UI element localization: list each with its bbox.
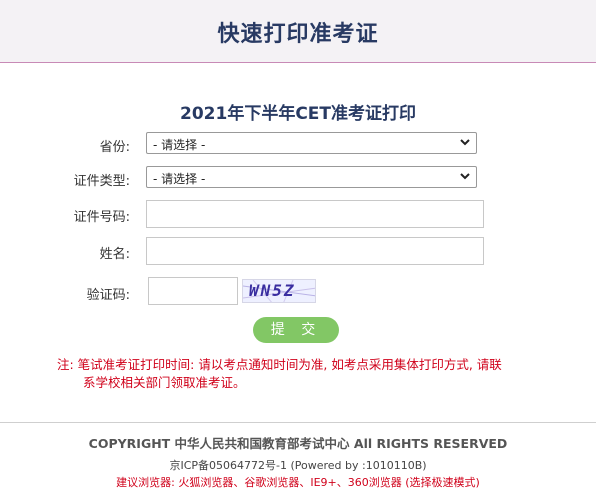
id-type-label: 证件类型: (73, 174, 130, 189)
chevron-down-icon (460, 139, 470, 146)
notice-text: 注: 笔试准考证打印时间: 请以考点通知时间为准, 如考点采用集体打印方式, 请… (57, 356, 577, 392)
id-number-input[interactable] (146, 200, 484, 228)
footer-icp: 京ICP备05064772号-1 (Powered by :1010110B) (169, 459, 427, 472)
page-title: 快速打印准考证 (217, 22, 379, 47)
notice-line-1: 注: 笔试准考证打印时间: 请以考点通知时间为准, 如考点采用集体打印方式, 请… (57, 357, 502, 372)
captcha-image[interactable]: WN5Z (242, 279, 316, 303)
id-type-select[interactable]: - 请选择 - (146, 166, 477, 188)
province-selected-value: - 请选择 - (153, 138, 206, 152)
footer-browser-hint: 建议浏览器: 火狐浏览器、谷歌浏览器、IE9+、360浏览器 (选择极速模式) (116, 476, 480, 489)
captcha-input[interactable] (148, 277, 238, 305)
captcha-code: WN5Z (249, 281, 296, 300)
footer-divider (0, 422, 596, 423)
footer-copyright: COPYRIGHT 中华人民共和国教育部考试中心 All RIGHTS RESE… (88, 436, 508, 451)
form-title: 2021年下半年CET准考证打印 (180, 104, 416, 124)
name-label: 姓名: (99, 247, 130, 262)
captcha-label: 验证码: (86, 288, 130, 303)
submit-button[interactable]: 提 交 (253, 317, 339, 343)
province-select[interactable]: - 请选择 - (146, 132, 477, 154)
id-number-label: 证件号码: (73, 210, 130, 225)
id-type-selected-value: - 请选择 - (153, 172, 206, 186)
name-input[interactable] (146, 237, 484, 265)
notice-line-2: 系学校相关部门领取准考证。 (83, 375, 246, 390)
chevron-down-icon (460, 173, 470, 180)
province-label: 省份: (99, 140, 130, 155)
page-header: 快速打印准考证 (0, 0, 596, 63)
